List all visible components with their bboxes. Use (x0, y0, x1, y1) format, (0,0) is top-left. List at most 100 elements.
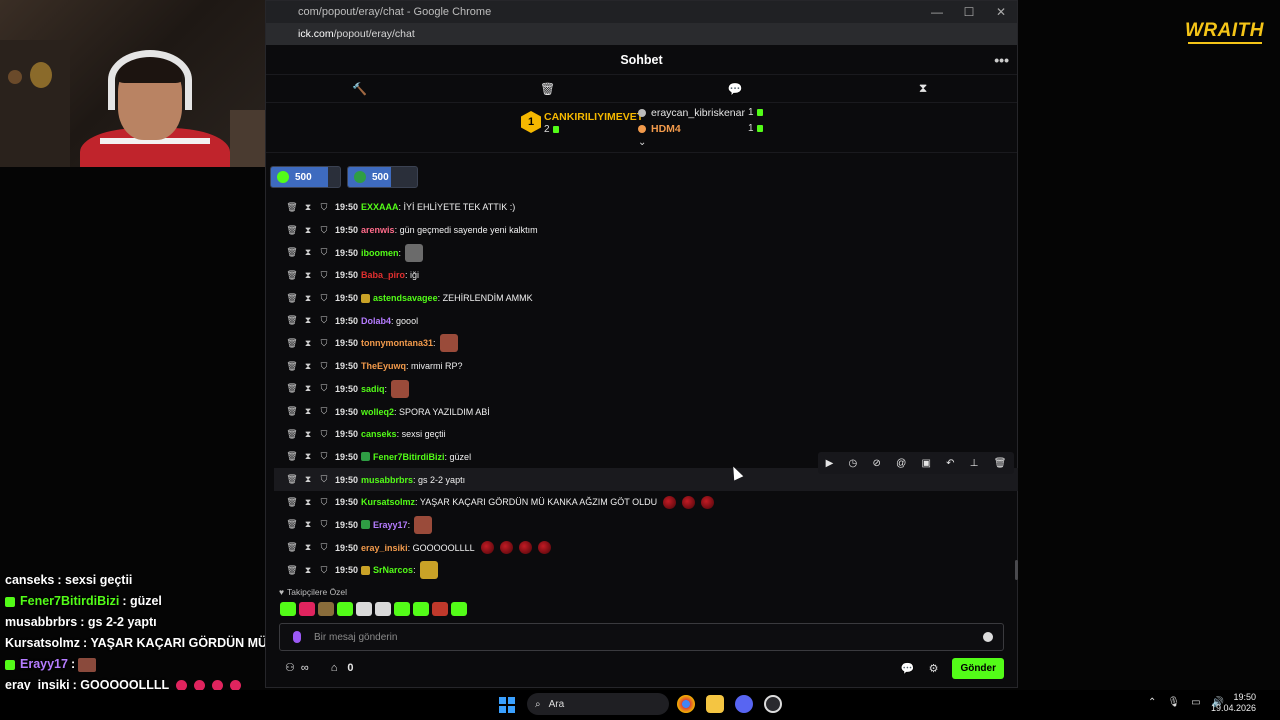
chat-message-row[interactable]: 🗑 ⧗ ⛉ 19:50 tonnymontana31: (274, 332, 1018, 355)
chat-message-row[interactable]: 🗑 ⧗ ⛉ 19:50 SrNarcos: (274, 559, 1018, 582)
timeout-icon[interactable]: ⧗ (300, 406, 316, 417)
delete-icon[interactable]: 🗑 (284, 429, 300, 440)
chat-bubble-icon[interactable]: 💬 (642, 82, 830, 96)
delete-icon[interactable]: 🗑 (284, 451, 300, 462)
delete-icon[interactable]: 🗑 (284, 497, 300, 508)
expand-leaderboard-icon[interactable]: ⌄ (638, 137, 646, 148)
emoji-picker-icon[interactable] (983, 632, 993, 642)
leader-2-name[interactable]: eraycan_kibriskenar (638, 107, 745, 119)
timeout-icon[interactable]: ⧗ (300, 565, 316, 576)
quick-emote-7[interactable] (413, 602, 429, 616)
more-options-icon[interactable]: ••• (994, 52, 1009, 68)
maximize-icon[interactable]: ☐ (953, 5, 985, 19)
quick-emote-8[interactable] (432, 602, 448, 616)
message-username[interactable]: astendsavagee (373, 293, 438, 303)
close-icon[interactable]: ✕ (985, 5, 1017, 19)
message-username[interactable]: Fener7BitirdiBizi (373, 452, 445, 462)
display-icon[interactable]: ▭ (1191, 697, 1200, 708)
delete-message-icon[interactable]: 🗑 (994, 458, 1007, 469)
message-username[interactable]: musabbrbrs (361, 475, 413, 485)
microphone-tray-icon[interactable]: 🎙 (1167, 697, 1180, 708)
chat-message-row[interactable]: 🗑 ⧗ ⛉ 19:50 TheEyuwq: mivarmi RP? (274, 355, 1018, 378)
no-links-icon[interactable]: ⊘ (872, 458, 880, 469)
quick-emote-5[interactable] (375, 602, 391, 616)
play-icon[interactable]: ▶ (826, 458, 834, 469)
timeout-icon[interactable]: ⧗ (300, 383, 316, 394)
delete-icon[interactable]: 🗑 (284, 247, 300, 258)
chat-message-input[interactable] (314, 631, 983, 643)
delete-icon[interactable]: 🗑 (284, 270, 300, 281)
hammer-icon[interactable]: 🔨 (266, 82, 454, 96)
clock-icon[interactable]: ◷ (849, 458, 858, 469)
timeout-icon[interactable]: ⧗ (300, 429, 316, 440)
delete-icon[interactable]: 🗑 (284, 383, 300, 394)
chat-message-row[interactable]: 🗑 ⧗ ⛉ 19:50 Erayy17: (274, 514, 1018, 537)
viewers-icon[interactable]: ⚇ (285, 661, 295, 674)
timeout-icon[interactable]: ⧗ (300, 451, 316, 462)
chat-settings-bubble-icon[interactable]: 💬 (901, 662, 915, 675)
mention-icon[interactable]: @ (896, 458, 906, 469)
timeout-icon[interactable]: ⧗ (300, 315, 316, 326)
message-username[interactable]: Kursatsolmz (361, 497, 415, 507)
gear-icon[interactable]: ⚙ (929, 662, 939, 675)
window-title-bar[interactable]: com/popout/eray/chat - Google Chrome — ☐… (266, 1, 1017, 23)
delete-icon[interactable]: 🗑 (284, 202, 300, 213)
microphone-icon[interactable] (293, 631, 301, 643)
delete-icon[interactable]: 🗑 (284, 519, 300, 530)
taskbar-search[interactable]: ⌕ Ara (527, 693, 669, 715)
message-username[interactable]: tonnymontana31 (361, 338, 433, 348)
minimize-icon[interactable]: — (921, 5, 953, 19)
timeout-icon[interactable]: ⧗ (300, 338, 316, 349)
delete-icon[interactable]: 🗑 (284, 293, 300, 304)
quick-emote-0[interactable] (280, 602, 296, 616)
message-username[interactable]: Baba_piro (361, 270, 405, 280)
chevron-up-icon[interactable]: ⌃ (1148, 697, 1156, 708)
trash-icon[interactable]: 🗑 (454, 82, 642, 96)
quick-emote-1[interactable] (299, 602, 315, 616)
message-username[interactable]: sadiq (361, 384, 385, 394)
pinned-gift-0[interactable]: 500 (270, 166, 341, 188)
send-button[interactable]: Gönder (952, 658, 1004, 679)
file-explorer-icon[interactable] (706, 695, 724, 713)
chat-message-row[interactable]: 🗑 ⧗ ⛉ 19:50 astendsavagee: ZEHİRLENDİM AMMK (274, 287, 1018, 310)
delete-icon[interactable]: 🗑 (284, 315, 300, 326)
quick-emote-6[interactable] (394, 602, 410, 616)
message-username[interactable]: Erayy17 (373, 520, 408, 530)
delete-icon[interactable]: 🗑 (284, 361, 300, 372)
delete-icon[interactable]: 🗑 (284, 565, 300, 576)
undo-icon[interactable]: ↶ (946, 458, 954, 469)
delete-icon[interactable]: 🗑 (284, 406, 300, 417)
message-username[interactable]: eray_insiki (361, 543, 408, 553)
chat-message-row[interactable]: 🗑 ⧗ ⛉ 19:50 Baba_piro: iği (274, 264, 1018, 287)
message-username[interactable]: Dolab4 (361, 316, 391, 326)
timeout-icon[interactable]: ⧗ (300, 293, 316, 304)
message-username[interactable]: canseks (361, 429, 397, 439)
timeout-icon[interactable]: ⧗ (300, 247, 316, 258)
quick-emote-9[interactable] (451, 602, 467, 616)
chat-message-row[interactable]: 🗑 ⧗ ⛉ 19:50 Kursatsolmz: YAŞAR KAÇARI GÖRDÜN… (274, 491, 1018, 514)
copy-icon[interactable]: ▣ (921, 458, 930, 469)
chat-message-row[interactable]: 🗑 ⧗ ⛉ 19:50 wolleq2: SPORA YAZILDIM ABİ (274, 400, 1018, 423)
windows-start-icon[interactable] (499, 697, 515, 713)
message-username[interactable]: arenwis (361, 225, 395, 235)
delete-icon[interactable]: 🗑 (284, 474, 300, 485)
timeout-icon[interactable]: ⧗ (300, 270, 316, 281)
delete-icon[interactable]: 🗑 (284, 225, 300, 236)
discord-icon[interactable] (735, 695, 753, 713)
leader-1-name[interactable]: CANKIRILIYIMEVET (544, 111, 643, 123)
chat-message-row[interactable]: 🗑 ⧗ ⛉ 19:50 Dolab4: goool (274, 309, 1018, 332)
timeout-icon[interactable]: ⧗ (300, 361, 316, 372)
store-icon[interactable]: ⌂ (331, 662, 338, 674)
delete-icon[interactable]: 🗑 (284, 338, 300, 349)
address-bar[interactable]: ick.com/popout/eray/chat (266, 23, 1017, 45)
timeout-icon[interactable]: ⧗ (300, 497, 316, 508)
delete-icon[interactable]: 🗑 (284, 542, 300, 553)
app-icon[interactable] (764, 695, 782, 713)
pin-icon[interactable]: ⊥ (970, 458, 979, 469)
leader-3-name[interactable]: HDM4 (638, 123, 681, 135)
timeout-icon[interactable]: ⧗ (300, 202, 316, 213)
infinity-icon[interactable]: ∞ (301, 662, 309, 674)
timeout-icon[interactable]: ⧗ (300, 474, 316, 485)
message-username[interactable]: wolleq2 (361, 407, 394, 417)
message-username[interactable]: TheEyuwq (361, 361, 406, 371)
